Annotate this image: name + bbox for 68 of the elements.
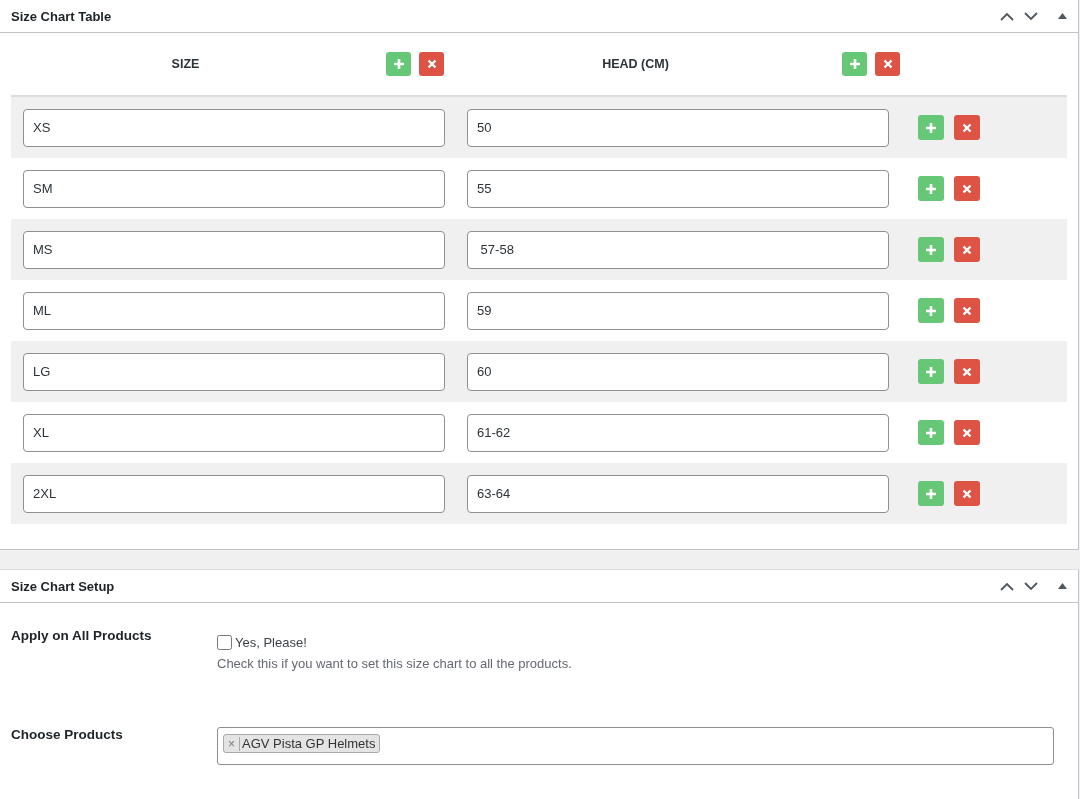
close-icon <box>962 122 972 133</box>
text-input[interactable]: MS <box>23 230 445 269</box>
text-input[interactable]: 61-62 <box>467 413 889 452</box>
checkbox-label: Yes, Please! <box>235 635 307 650</box>
remove-button[interactable] <box>419 52 444 76</box>
panel-title: Size Chart Table <box>11 8 112 24</box>
text-input[interactable]: 57-58 <box>467 230 889 269</box>
column-header: HEAD (CM) <box>601 57 670 71</box>
plus-icon <box>848 58 861 70</box>
chevron-up-icon[interactable] <box>1000 581 1014 591</box>
tag-label: AGV Pista GP Helmets <box>241 736 377 751</box>
add-button[interactable] <box>918 359 944 384</box>
remove-button[interactable] <box>954 481 980 506</box>
close-icon <box>962 366 972 377</box>
text-input[interactable]: 2XL <box>23 474 445 513</box>
triangle-up-icon[interactable] <box>1058 13 1067 19</box>
close-icon <box>962 488 972 499</box>
text-input[interactable]: ML <box>23 291 445 330</box>
checkbox[interactable] <box>217 635 232 650</box>
remove-tag-button[interactable]: × <box>224 736 240 751</box>
panel-title: Size Chart Setup <box>11 578 115 594</box>
plus-icon <box>925 182 937 195</box>
add-button[interactable] <box>918 237 944 262</box>
text-input[interactable]: 50 <box>467 108 889 147</box>
add-button[interactable] <box>386 52 411 76</box>
add-button[interactable] <box>918 298 944 323</box>
add-button[interactable] <box>918 115 944 140</box>
remove-button[interactable] <box>954 298 980 323</box>
close-icon <box>962 183 972 194</box>
field-label: Choose Products <box>11 727 124 744</box>
close-icon <box>962 244 972 255</box>
plus-icon <box>925 487 937 500</box>
text-input[interactable]: XS <box>23 108 445 147</box>
text-input[interactable]: 63-64 <box>467 474 889 513</box>
remove-button[interactable] <box>875 52 900 76</box>
text-input[interactable]: 55 <box>467 169 889 208</box>
chevron-down-icon[interactable] <box>1024 581 1038 591</box>
close-icon <box>882 59 893 69</box>
plus-icon <box>925 426 937 439</box>
chevron-up-icon[interactable] <box>1000 11 1014 21</box>
close-icon <box>426 59 437 69</box>
remove-button[interactable] <box>954 237 980 262</box>
add-button[interactable] <box>918 420 944 445</box>
plus-icon <box>925 243 937 256</box>
plus-icon <box>925 304 937 317</box>
remove-button[interactable] <box>954 420 980 445</box>
add-button[interactable] <box>842 52 867 76</box>
text-input[interactable]: LG <box>23 352 445 391</box>
text-input[interactable]: SM <box>23 169 445 208</box>
description-text: Check this if you want to set this size chart to all the products. <box>217 656 573 671</box>
plus-icon <box>392 58 405 70</box>
remove-button[interactable] <box>954 176 980 201</box>
plus-icon <box>925 121 937 134</box>
add-button[interactable] <box>918 176 944 201</box>
add-button[interactable] <box>918 481 944 506</box>
text-input[interactable]: XL <box>23 413 445 452</box>
plus-icon <box>925 365 937 378</box>
column-header: SIZE <box>170 57 201 71</box>
text-input[interactable]: 60 <box>467 352 889 391</box>
chevron-down-icon[interactable] <box>1024 11 1038 21</box>
close-icon <box>962 427 972 438</box>
triangle-up-icon[interactable] <box>1058 583 1067 589</box>
product-select-field[interactable]: × AGV Pista GP Helmets <box>217 727 1054 765</box>
close-icon <box>962 305 972 316</box>
text-input[interactable]: 59 <box>467 291 889 330</box>
remove-button[interactable] <box>954 359 980 384</box>
remove-button[interactable] <box>954 115 980 140</box>
field-label: Apply on All Products <box>11 628 153 645</box>
